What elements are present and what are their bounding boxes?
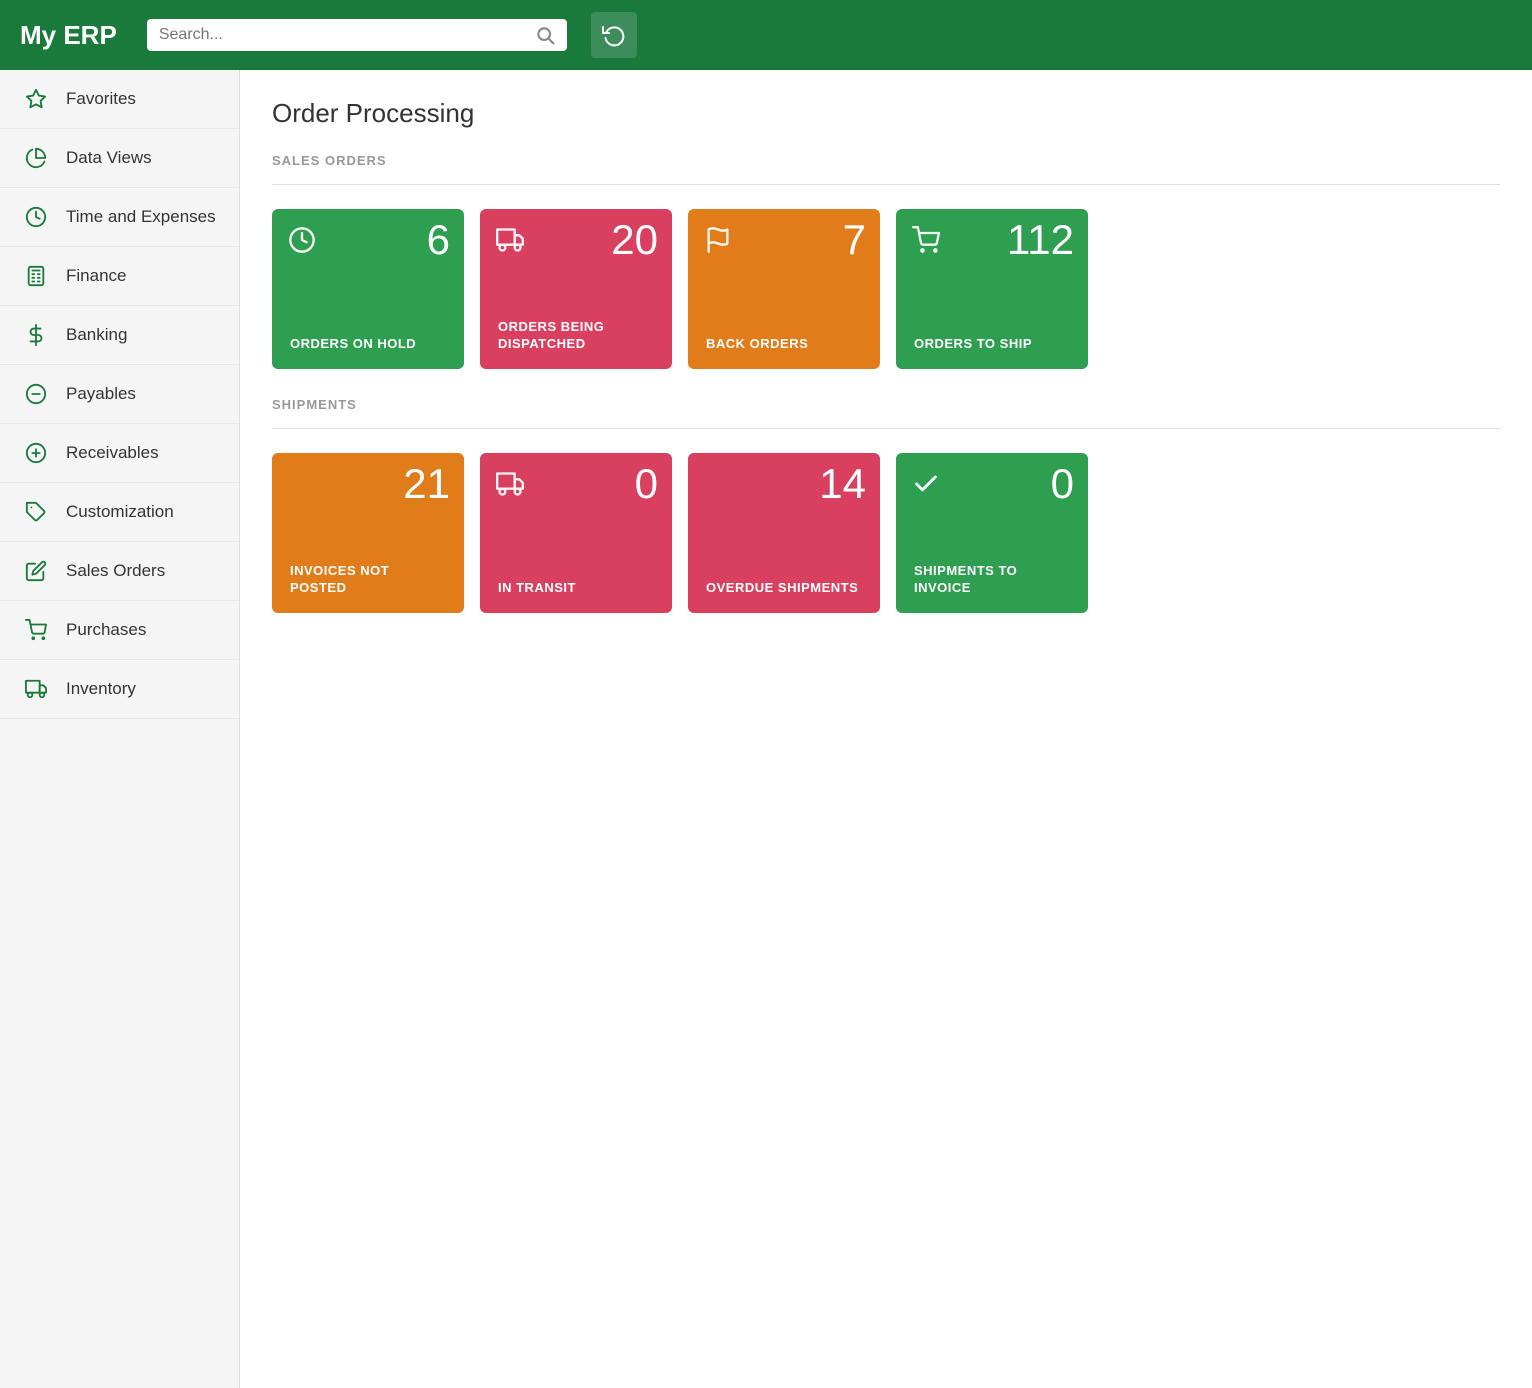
- card-shipments-to-invoice[interactable]: 0 SHIPMENTS TO INVOICE: [896, 453, 1088, 613]
- sidebar-item-payables[interactable]: Payables: [0, 365, 239, 424]
- puzzle-icon: [20, 501, 52, 523]
- card-back-orders[interactable]: 7 BACK ORDERS: [688, 209, 880, 369]
- clock-icon: [20, 206, 52, 228]
- sidebar-item-label: Sales Orders: [66, 561, 165, 581]
- sidebar-item-customization[interactable]: Customization: [0, 483, 239, 542]
- overdue-shipments-label: OVERDUE SHIPMENTS: [706, 580, 858, 597]
- clock-card-icon: [288, 223, 316, 254]
- check-card-icon: [912, 467, 940, 498]
- sidebar-item-label: Data Views: [66, 148, 152, 168]
- sidebar-item-purchases[interactable]: Purchases: [0, 601, 239, 660]
- back-orders-number: 7: [843, 219, 866, 261]
- sidebar-item-banking[interactable]: Banking: [0, 306, 239, 365]
- orders-on-hold-label: ORDERS ON HOLD: [290, 336, 416, 353]
- invoices-not-posted-number: 21: [403, 463, 450, 505]
- section-divider: [272, 184, 1500, 185]
- truck-card-icon: [496, 223, 524, 254]
- sidebar-item-data-views[interactable]: Data Views: [0, 129, 239, 188]
- sidebar-item-label: Favorites: [66, 89, 136, 109]
- search-container: [147, 19, 567, 51]
- orders-dispatched-number: 20: [611, 219, 658, 261]
- app-title: My ERP: [20, 20, 117, 51]
- edit-icon: [20, 560, 52, 582]
- flag-card-icon: [704, 223, 732, 254]
- sidebar-item-receivables[interactable]: Receivables: [0, 424, 239, 483]
- sidebar: Favorites Data Views Time and Expenses: [0, 70, 240, 1388]
- cart-card-icon: [912, 223, 940, 254]
- orders-to-ship-label: ORDERS TO SHIP: [914, 336, 1032, 353]
- section-label-sales-orders: SALES ORDERS: [272, 153, 1500, 168]
- sidebar-item-label: Purchases: [66, 620, 146, 640]
- dollar-icon: [20, 324, 52, 346]
- history-icon: [602, 23, 626, 47]
- sidebar-item-time-expenses[interactable]: Time and Expenses: [0, 188, 239, 247]
- search-icon: [535, 25, 555, 45]
- sidebar-item-favorites[interactable]: Favorites: [0, 70, 239, 129]
- sidebar-item-label: Time and Expenses: [66, 207, 216, 227]
- section-divider-2: [272, 428, 1500, 429]
- sidebar-item-label: Finance: [66, 266, 126, 286]
- main-layout: Favorites Data Views Time and Expenses: [0, 70, 1532, 1388]
- shipments-cards: 21 INVOICES NOT POSTED 0 IN TRANSIT 14 O…: [272, 453, 1500, 613]
- sidebar-item-label: Receivables: [66, 443, 159, 463]
- calculator-icon: [20, 265, 52, 287]
- orders-on-hold-number: 6: [427, 219, 450, 261]
- sales-orders-cards: 6 ORDERS ON HOLD 20 ORDERS BEING DISPATC…: [272, 209, 1500, 369]
- history-button[interactable]: [591, 12, 637, 58]
- card-overdue-shipments[interactable]: 14 OVERDUE SHIPMENTS: [688, 453, 880, 613]
- invoices-not-posted-label: INVOICES NOT POSTED: [290, 563, 446, 597]
- sidebar-item-finance[interactable]: Finance: [0, 247, 239, 306]
- card-invoices-not-posted[interactable]: 21 INVOICES NOT POSTED: [272, 453, 464, 613]
- sidebar-item-inventory[interactable]: Inventory: [0, 660, 239, 719]
- in-transit-number: 0: [635, 463, 658, 505]
- truck-transit-icon: [496, 467, 524, 498]
- shipments-to-invoice-number: 0: [1051, 463, 1074, 505]
- overdue-shipments-number: 14: [819, 463, 866, 505]
- cart-icon: [20, 619, 52, 641]
- section-label-shipments: SHIPMENTS: [272, 397, 1500, 412]
- back-orders-label: BACK ORDERS: [706, 336, 808, 353]
- plus-circle-icon: [20, 442, 52, 464]
- sidebar-item-sales-orders[interactable]: Sales Orders: [0, 542, 239, 601]
- minus-circle-icon: [20, 383, 52, 405]
- search-input[interactable]: [159, 26, 535, 44]
- in-transit-label: IN TRANSIT: [498, 580, 576, 597]
- sidebar-item-label: Customization: [66, 502, 174, 522]
- sidebar-item-label: Banking: [66, 325, 127, 345]
- page-title: Order Processing: [272, 98, 1500, 129]
- card-orders-to-ship[interactable]: 112 ORDERS TO SHIP: [896, 209, 1088, 369]
- content-area: Order Processing SALES ORDERS 6 ORDERS O…: [240, 70, 1532, 1388]
- header: My ERP: [0, 0, 1532, 70]
- card-in-transit[interactable]: 0 IN TRANSIT: [480, 453, 672, 613]
- star-icon: [20, 88, 52, 110]
- search-button[interactable]: [535, 25, 555, 45]
- card-orders-being-dispatched[interactable]: 20 ORDERS BEING DISPATCHED: [480, 209, 672, 369]
- card-orders-on-hold[interactable]: 6 ORDERS ON HOLD: [272, 209, 464, 369]
- shipments-to-invoice-label: SHIPMENTS TO INVOICE: [914, 563, 1070, 597]
- orders-to-ship-number: 112: [1007, 219, 1074, 261]
- sidebar-item-label: Payables: [66, 384, 136, 404]
- sidebar-item-label: Inventory: [66, 679, 136, 699]
- orders-dispatched-label: ORDERS BEING DISPATCHED: [498, 319, 654, 353]
- chart-pie-icon: [20, 147, 52, 169]
- truck-icon: [20, 678, 52, 700]
